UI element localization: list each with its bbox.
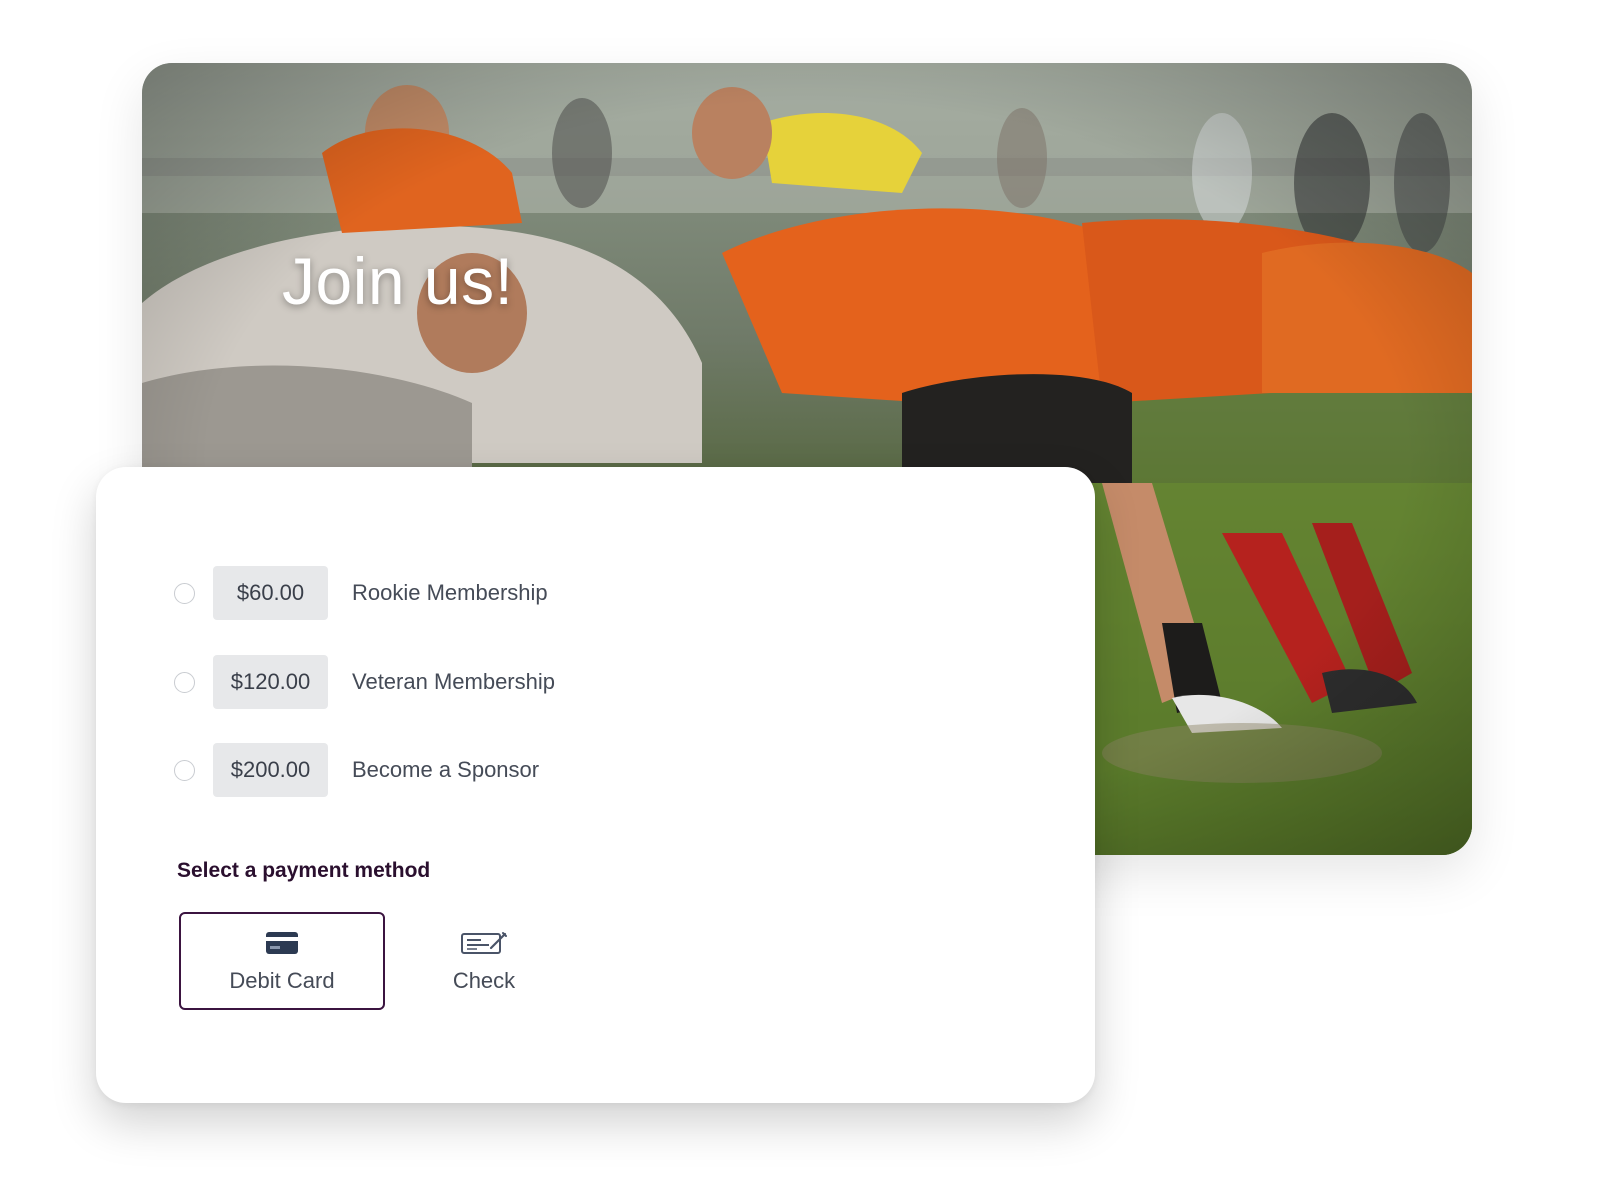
plan-radio-rookie[interactable] — [174, 582, 195, 604]
plan-label-sponsor: Become a Sponsor — [352, 757, 540, 782]
plan-option-sponsor[interactable]: $200.00 Become a Sponsor — [174, 743, 540, 797]
plan-radio-sponsor[interactable] — [174, 759, 195, 781]
check-icon — [461, 928, 507, 958]
payment-option-check[interactable]: Check — [381, 912, 587, 1010]
plan-price-sponsor: $200.00 — [213, 743, 328, 797]
plan-option-veteran[interactable]: $120.00 Veteran Membership — [174, 655, 555, 709]
plan-option-rookie[interactable]: $60.00 Rookie Membership — [174, 566, 548, 620]
membership-form-card: $60.00 Rookie Membership $120.00 Veteran… — [96, 467, 1095, 1103]
plan-price-veteran: $120.00 — [213, 655, 328, 709]
payment-label-check: Check — [452, 968, 516, 993]
payment-label-debit-card: Debit Card — [229, 968, 335, 993]
payment-method-heading: Select a payment method — [177, 859, 431, 882]
plan-price-rookie: $60.00 — [213, 566, 328, 620]
payment-option-debit-card[interactable]: Debit Card — [179, 912, 385, 1010]
plan-label-veteran: Veteran Membership — [352, 669, 555, 694]
hero-title: Join us! — [282, 244, 514, 318]
credit-card-icon — [266, 928, 298, 958]
plan-label-rookie: Rookie Membership — [352, 580, 548, 605]
plan-radio-veteran[interactable] — [174, 671, 195, 693]
